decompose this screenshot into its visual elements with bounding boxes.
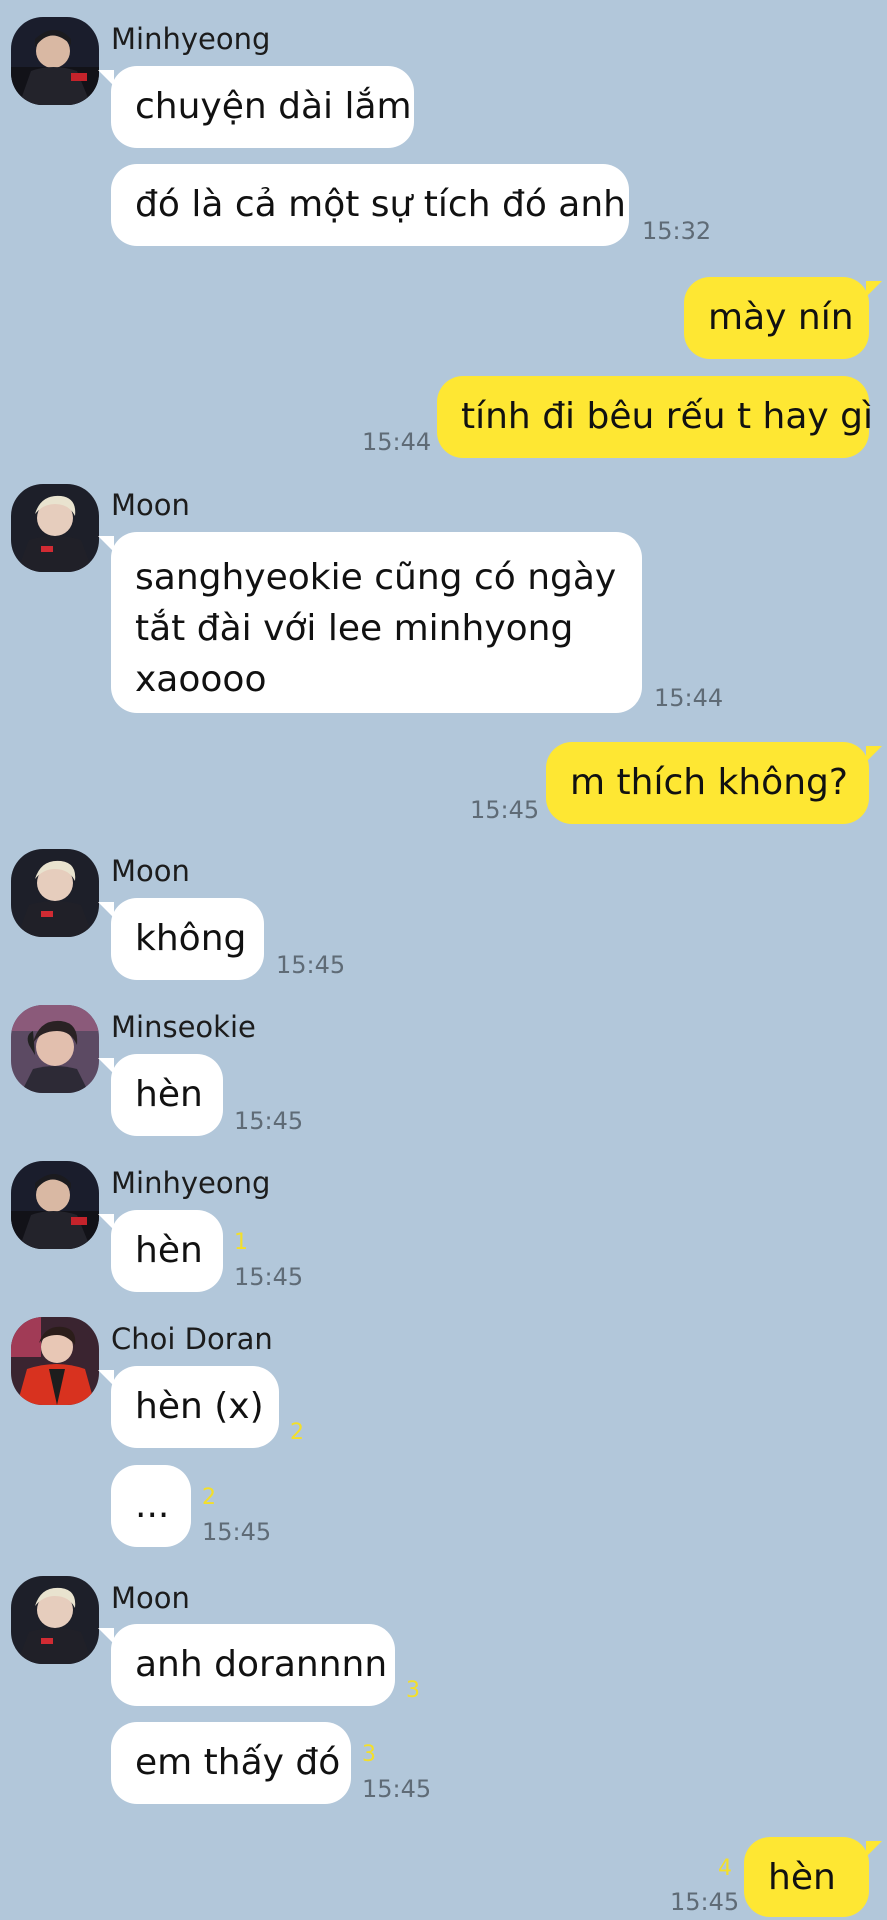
message-text: anh dorannnn [135, 1644, 388, 1685]
message-timestamp: 15:45 [670, 1888, 740, 1916]
minseokie-avatar-photo [11, 1005, 99, 1093]
message-timestamp: 15:45 [202, 1518, 272, 1546]
message-timestamp: 15:45 [470, 796, 540, 824]
message-timestamp: 15:45 [276, 951, 346, 979]
message-timestamp: 15:45 [234, 1107, 304, 1135]
bubble-tail [866, 281, 882, 297]
bubble-tail [98, 1214, 114, 1230]
bubble-tail [98, 1370, 114, 1386]
bubble-tail [866, 1841, 882, 1857]
message-bubble[interactable]: sanghyeokie cũng có ngày tắt đài với lee… [111, 532, 642, 713]
message-bubble[interactable]: hèn (x) [111, 1366, 279, 1448]
bubble-tail [98, 1628, 114, 1644]
message-text: hèn (x) [135, 1386, 264, 1427]
moon-avatar[interactable] [11, 849, 99, 937]
message-timestamp: 15:45 [234, 1263, 304, 1291]
message-text: đó là cả một sự tích đó anh [135, 184, 626, 225]
minhyeong-avatar[interactable] [11, 17, 99, 105]
unread-count: 2 [290, 1420, 304, 1445]
moon-avatar[interactable] [11, 1576, 99, 1664]
sender-name: Moon [111, 488, 190, 522]
message-text: sanghyeokie cũng có ngày tắt đài với lee… [135, 557, 617, 700]
unread-count: 3 [406, 1678, 420, 1703]
message-text: m thích không? [570, 762, 848, 803]
message-bubble[interactable]: không [111, 898, 264, 980]
message-bubble[interactable]: đó là cả một sự tích đó anh [111, 164, 629, 246]
message-text: mày nín [708, 297, 854, 338]
message-bubble[interactable]: mày nín [684, 277, 869, 359]
message-text: hèn [135, 1074, 203, 1115]
unread-count: 4 [718, 1856, 732, 1881]
message-bubble[interactable]: m thích không? [546, 742, 869, 824]
message-bubble[interactable]: hèn [111, 1054, 223, 1136]
bubble-tail [98, 902, 114, 918]
message-bubble[interactable]: anh dorannnn [111, 1624, 395, 1706]
unread-count: 1 [234, 1230, 248, 1255]
choi-doran-avatar-photo [11, 1317, 99, 1405]
moon-avatar-photo [11, 484, 99, 572]
minhyeong-avatar-photo [11, 1161, 99, 1249]
message-text: em thấy đó [135, 1742, 341, 1783]
message-timestamp: 15:45 [362, 1775, 432, 1803]
message-text: hèn [768, 1857, 836, 1898]
message-timestamp: 15:44 [654, 684, 724, 712]
message-bubble[interactable]: hèn [111, 1210, 223, 1292]
minhyeong-avatar-photo [11, 17, 99, 105]
unread-count: 3 [362, 1742, 376, 1767]
bubble-tail [98, 1058, 114, 1074]
sender-name: Minhyeong [111, 1166, 271, 1200]
moon-avatar-photo [11, 849, 99, 937]
message-text: hèn [135, 1230, 203, 1271]
message-timestamp: 15:44 [362, 428, 432, 456]
bubble-tail [98, 536, 114, 552]
bubble-tail [98, 70, 114, 86]
message-text: tính đi bêu rếu t hay gì [461, 396, 873, 437]
minhyeong-avatar[interactable] [11, 1161, 99, 1249]
message-text: chuyện dài lắm [135, 86, 412, 127]
sender-name: Choi Doran [111, 1322, 273, 1356]
message-bubble[interactable]: hèn [744, 1837, 869, 1917]
sender-name: Minseokie [111, 1010, 256, 1044]
bubble-tail [866, 746, 882, 762]
message-bubble[interactable]: em thấy đó [111, 1722, 351, 1804]
message-bubble[interactable]: ... [111, 1465, 191, 1547]
moon-avatar[interactable] [11, 484, 99, 572]
minseokie-avatar[interactable] [11, 1005, 99, 1093]
sender-name: Moon [111, 854, 190, 888]
message-bubble[interactable]: tính đi bêu rếu t hay gì [437, 376, 873, 458]
moon-avatar-photo [11, 1576, 99, 1664]
unread-count: 2 [202, 1485, 216, 1510]
choi-doran-avatar[interactable] [11, 1317, 99, 1405]
message-bubble[interactable]: chuyện dài lắm [111, 66, 414, 148]
message-timestamp: 15:32 [642, 217, 712, 245]
chat-room: Minhyeong chuyện dài lắm đó là cả một sự… [0, 0, 887, 1920]
message-text: không [135, 918, 247, 959]
message-text: ... [135, 1485, 170, 1526]
sender-name: Minhyeong [111, 22, 271, 56]
sender-name: Moon [111, 1581, 190, 1615]
